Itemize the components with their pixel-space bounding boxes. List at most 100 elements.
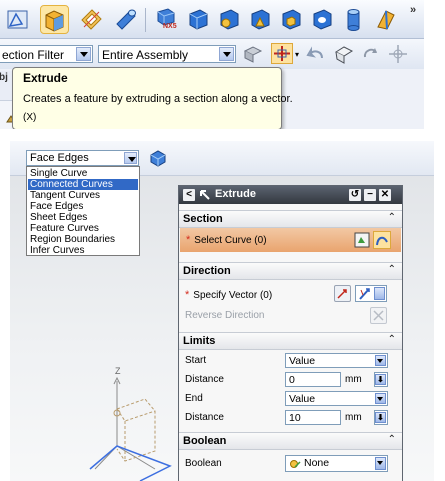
required-marker: * — [185, 289, 190, 301]
required-marker: * — [186, 234, 191, 246]
collapse-icon[interactable]: − — [364, 189, 376, 201]
snap-point-button[interactable] — [271, 43, 293, 64]
close-icon[interactable]: ✕ — [379, 189, 391, 201]
z-axis-label: Z — [115, 366, 121, 376]
option-region-boundaries[interactable]: Region Boundaries — [28, 234, 138, 245]
extrude-icon[interactable] — [40, 5, 69, 34]
option-face-edges[interactable]: Face Edges — [28, 201, 138, 212]
select-curve-label: * Select Curve (0) — [186, 234, 267, 246]
boolean-label: Boolean — [185, 458, 222, 469]
reverse-direction-icon — [373, 310, 384, 321]
chevron-up-icon[interactable]: ⌃ — [388, 212, 396, 223]
direction-group-header[interactable]: Direction ⌃ — [179, 262, 402, 280]
toolbar-separator — [145, 8, 146, 32]
infer-vector-icon — [359, 288, 370, 300]
sketch-section-icon[interactable] — [353, 231, 371, 249]
curve-select-button[interactable] — [373, 231, 391, 249]
vector-icon — [337, 289, 347, 299]
chevron-up-icon[interactable]: ⌃ — [388, 264, 396, 275]
arrow-down-icon[interactable]: ⬇ — [375, 412, 386, 423]
extrude-dialog-icon — [200, 190, 210, 200]
cylinder-icon[interactable] — [340, 6, 367, 33]
reverse-direction-button[interactable] — [370, 307, 387, 324]
boolean-value: None — [304, 457, 330, 469]
extrude-dialog: < Extrude ↺ − ✕ Section ⌃ * Select Curve … — [178, 185, 403, 481]
chevron-down-icon[interactable] — [375, 393, 386, 404]
option-tangent-curves[interactable]: Tangent Curves — [28, 190, 138, 201]
section-group-title: Section — [183, 213, 223, 225]
boolean-dropdown[interactable]: None — [285, 455, 388, 472]
chevron-down-icon[interactable] — [124, 152, 137, 164]
end-distance-value: 10 — [289, 412, 301, 424]
chevron-down-icon[interactable] — [375, 355, 386, 366]
vector-inference-dropdown[interactable] — [355, 285, 387, 302]
block-icon[interactable] — [185, 6, 212, 33]
boolean-group-title: Boolean — [183, 435, 227, 447]
limits-group-title: Limits — [183, 335, 216, 347]
option-infer-curves[interactable]: Infer Curves — [28, 245, 138, 256]
navigator-tab-label: bj — [0, 72, 8, 83]
direction-group-title: Direction — [183, 265, 231, 277]
selection-box-icon[interactable] — [333, 43, 355, 65]
toolbar-overflow-chevron[interactable]: » — [410, 4, 416, 16]
start-option-dropdown[interactable]: Value — [285, 353, 388, 368]
start-distance-menu[interactable]: ⬇ — [374, 372, 388, 387]
start-option-value: Value — [289, 355, 316, 367]
chevron-down-icon[interactable] — [76, 47, 91, 61]
infer-face-icon[interactable] — [148, 148, 168, 168]
revolve-icon[interactable] — [78, 6, 105, 33]
reset-icon[interactable]: ↺ — [349, 189, 361, 201]
scope-dropdown[interactable]: Entire Assembly — [98, 45, 236, 63]
undo-arrow-icon[interactable] — [306, 45, 326, 63]
cone-box-icon[interactable] — [247, 6, 274, 33]
crosshair-icon — [274, 46, 290, 61]
section-group-header[interactable]: Section ⌃ — [179, 210, 402, 228]
option-connected-curves[interactable]: Connected Curves — [28, 179, 138, 190]
start-label: Start — [185, 355, 207, 366]
cylinder-box-icon[interactable] — [216, 6, 243, 33]
start-distance-label: Distance — [185, 374, 224, 385]
chevron-down-icon[interactable] — [374, 287, 385, 300]
scope-value: Entire Assembly — [102, 48, 189, 62]
taper-icon[interactable] — [372, 6, 399, 33]
chevron-up-icon[interactable]: ⌃ — [388, 434, 396, 445]
start-distance-input[interactable]: 0 — [285, 372, 341, 387]
sketch-icon[interactable] — [4, 6, 31, 33]
tooltip-shortcut: (X) — [23, 112, 37, 123]
end-distance-input[interactable]: 10 — [285, 410, 341, 425]
limits-group-header[interactable]: Limits ⌃ — [179, 332, 402, 350]
start-distance-unit: mm — [345, 374, 362, 385]
nx5-block-icon[interactable]: NX5 — [152, 6, 179, 33]
sphere-box-icon[interactable] — [278, 6, 305, 33]
nx5-label: NX5 — [163, 23, 177, 30]
selection-toolbar: ection Filter Entire Assembly ▾ — [0, 39, 424, 69]
vector-constructor-button[interactable] — [334, 285, 351, 302]
snap-grid-icon[interactable] — [387, 43, 409, 65]
curve-rule-options-list: Single Curve Connected Curves Tangent Cu… — [26, 166, 140, 256]
specify-vector-text: Specify Vector (0) — [193, 290, 273, 301]
rotate-view-icon[interactable] — [360, 43, 382, 65]
curve-icon — [376, 236, 388, 246]
dialog-title-bar[interactable]: < Extrude ↺ − ✕ — [179, 186, 402, 204]
assembly-filter-icon[interactable] — [242, 43, 264, 65]
chevron-up-icon[interactable]: ⌃ — [388, 334, 396, 345]
arrow-down-icon[interactable]: ⬇ — [375, 374, 386, 385]
hole-icon[interactable] — [309, 6, 336, 33]
chevron-down-icon[interactable] — [375, 457, 386, 470]
chevron-down-icon[interactable] — [219, 47, 234, 61]
pin-icon[interactable]: < — [183, 189, 195, 201]
start-distance-value: 0 — [289, 374, 295, 386]
coordinate-triad-icon — [89, 376, 172, 481]
option-feature-curves[interactable]: Feature Curves — [28, 223, 138, 234]
chevron-down-icon[interactable]: ▾ — [295, 50, 299, 59]
tube-icon[interactable] — [112, 6, 139, 33]
boolean-group-header[interactable]: Boolean ⌃ — [179, 432, 402, 450]
option-single-curve[interactable]: Single Curve — [28, 168, 138, 179]
end-option-dropdown[interactable]: Value — [285, 391, 388, 406]
selection-filter-dropdown[interactable]: ection Filter — [0, 45, 93, 63]
end-distance-menu[interactable]: ⬇ — [374, 410, 388, 425]
curve-rule-dropdown[interactable]: Face Edges — [26, 150, 139, 166]
select-curve-row[interactable]: * Select Curve (0) — [180, 228, 401, 252]
boolean-none-icon — [290, 460, 301, 468]
option-sheet-edges[interactable]: Sheet Edges — [28, 212, 138, 223]
